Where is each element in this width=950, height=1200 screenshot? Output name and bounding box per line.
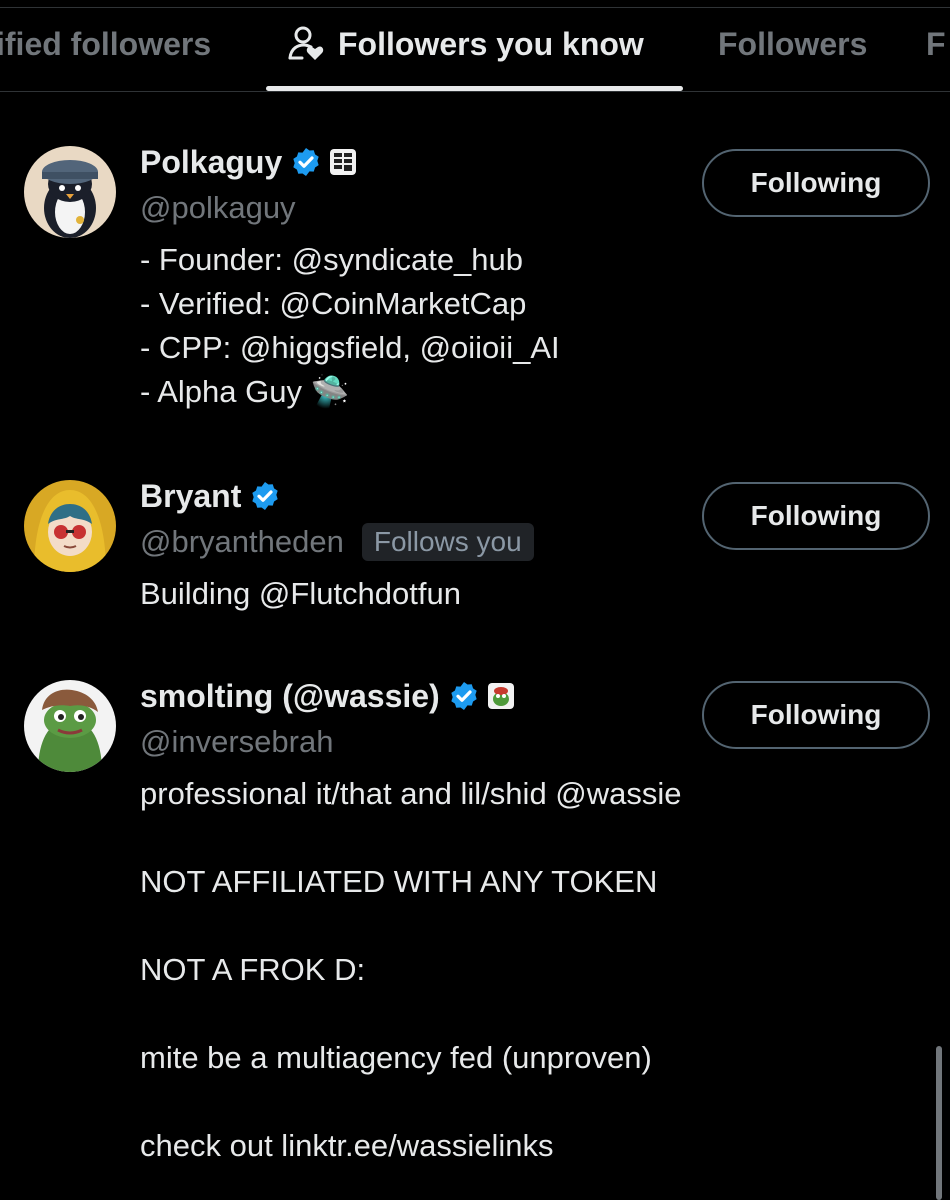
user-handle[interactable]: @polkaguy [140, 190, 296, 226]
display-name[interactable]: Polkaguy [140, 144, 282, 181]
tab-bar: ified followers Followers you know Follo… [0, 0, 950, 92]
penguin-avatar-icon [24, 146, 116, 238]
avatar[interactable] [24, 680, 116, 772]
person-heart-icon [288, 26, 324, 60]
scrollbar[interactable] [936, 1046, 942, 1200]
tab-following[interactable]: F [926, 24, 946, 64]
verified-badge-icon[interactable] [290, 146, 322, 178]
user-handle[interactable]: @bryantheden [140, 524, 344, 560]
frog-avatar-icon [24, 680, 116, 772]
following-button[interactable]: Following [702, 681, 930, 749]
user-handle[interactable]: @inversebrah [140, 724, 333, 760]
tab-followers-you-know[interactable]: Followers you know [286, 24, 644, 64]
display-name[interactable]: Bryant [140, 478, 241, 515]
follows-you-badge: Follows you [361, 523, 534, 561]
user-bio: Building @Flutchdotfun [140, 576, 461, 611]
display-name[interactable]: smolting (@wassie) [140, 678, 440, 715]
verified-badge-icon[interactable] [448, 680, 480, 712]
tab-label: Followers you know [338, 26, 644, 62]
tab-followers[interactable]: Followers [718, 24, 867, 64]
affiliate-badge-icon[interactable] [330, 149, 357, 175]
avatar[interactable] [24, 480, 116, 572]
following-button[interactable]: Following [702, 149, 930, 217]
frog-affiliate-badge-icon[interactable] [487, 683, 514, 709]
user-bio: - Founder: @syndicate_hub - Verified: @C… [140, 242, 560, 409]
verified-badge-icon[interactable] [249, 480, 281, 512]
user-bio: professional it/that and lil/shid @wassi… [140, 776, 682, 1163]
active-tab-indicator [266, 86, 683, 91]
hooded-character-avatar-icon [24, 480, 116, 572]
avatar[interactable] [24, 146, 116, 238]
tab-verified-followers[interactable]: ified followers [0, 24, 211, 64]
following-button[interactable]: Following [702, 482, 930, 550]
